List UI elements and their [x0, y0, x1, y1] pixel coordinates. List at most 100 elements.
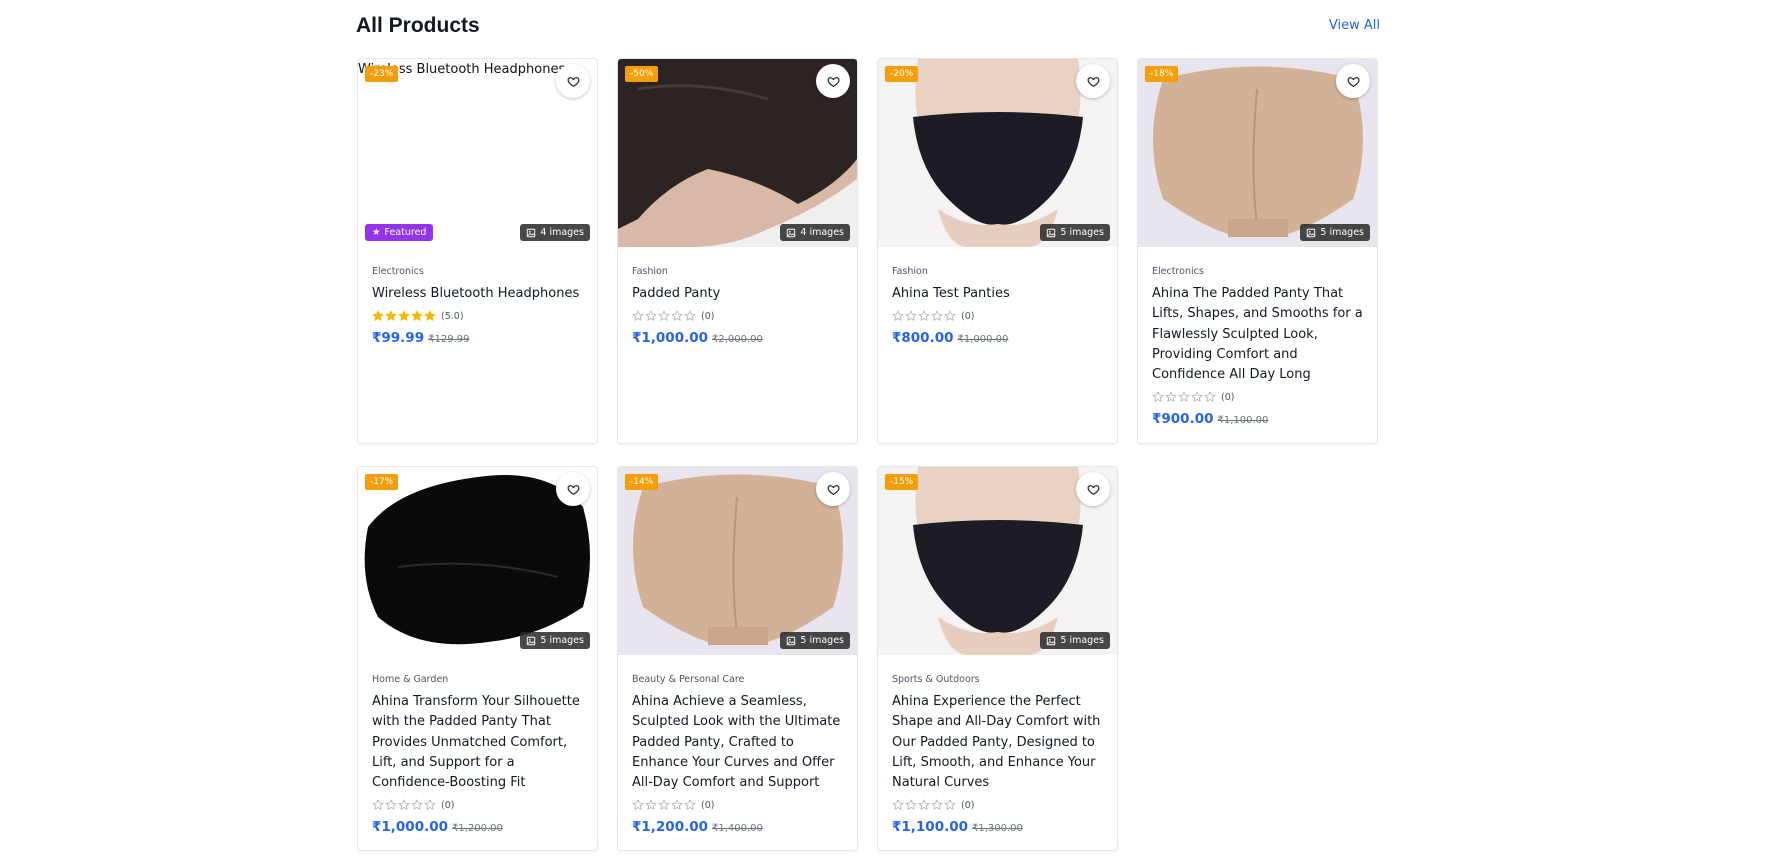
star-icon: [1152, 391, 1164, 403]
product-rating: (0): [632, 308, 843, 324]
image-icon: [527, 636, 536, 645]
product-title[interactable]: Padded Panty: [632, 284, 843, 304]
image-icon: [787, 636, 796, 645]
image-count-badge: 5 images: [780, 632, 850, 649]
product-old-price: ₹1,000.00: [957, 334, 1009, 346]
product-title[interactable]: Ahina Achieve a Seamless, Sculpted Look …: [632, 692, 843, 793]
product-card[interactable]: -17% 5 images Home & Garden Ahina Transf…: [357, 466, 598, 851]
rating-stars: [372, 799, 436, 811]
image-count-badge: 4 images: [780, 224, 850, 241]
star-icon: [645, 310, 657, 322]
product-rating: (5.0): [372, 308, 583, 324]
product-rating: (0): [1152, 389, 1363, 405]
star-icon: [671, 310, 683, 322]
product-card[interactable]: Wireless Bluetooth Headphones -23% ★ Feat…: [357, 58, 598, 444]
image-count-label: 4 images: [540, 227, 584, 238]
rating-count: (0): [961, 799, 975, 811]
star-icon: [658, 310, 670, 322]
product-price: ₹1,100.00: [892, 819, 969, 836]
wishlist-button[interactable]: [816, 472, 850, 506]
product-image[interactable]: -20% 5 images: [878, 59, 1117, 247]
star-icon: [398, 799, 410, 811]
rating-count: (0): [701, 310, 715, 322]
heart-icon: [826, 76, 840, 87]
rating-count: (0): [1221, 391, 1235, 403]
wishlist-button[interactable]: [556, 472, 590, 506]
wishlist-button[interactable]: [556, 64, 590, 98]
discount-badge: -50%: [625, 66, 659, 82]
star-icon: [632, 310, 644, 322]
rating-stars: [1152, 391, 1216, 403]
section-header: All Products View All: [356, 14, 1380, 42]
wishlist-button[interactable]: [816, 64, 850, 98]
product-title[interactable]: Ahina Test Panties: [892, 284, 1103, 304]
product-old-price: ₹1,300.00: [972, 823, 1023, 835]
product-card[interactable]: -18% 5 images Electronics Ahina The Padd…: [1137, 58, 1378, 444]
image-count-badge: 5 images: [520, 632, 590, 649]
star-icon: [944, 310, 956, 322]
product-price: ₹900.00: [1152, 411, 1214, 428]
star-icon: [684, 310, 696, 322]
product-image[interactable]: -15% 5 images: [878, 467, 1117, 655]
product-card[interactable]: -14% 5 images Beauty & Personal Care Ahi…: [617, 466, 858, 851]
heart-icon: [1346, 76, 1360, 87]
rating-count: (5.0): [441, 310, 464, 322]
product-old-price: ₹129.99: [428, 334, 470, 346]
star-icon: [892, 310, 904, 322]
discount-badge: -14%: [625, 474, 659, 490]
product-rating: (0): [892, 797, 1103, 813]
product-card[interactable]: -50% 4 images Fashion Padded Panty (0) ₹…: [617, 58, 858, 444]
product-rating: (0): [632, 797, 843, 813]
star-icon: [905, 799, 917, 811]
image-count-label: 5 images: [1320, 227, 1364, 238]
product-image[interactable]: -18% 5 images: [1138, 59, 1377, 247]
product-image[interactable]: -50% 4 images: [618, 59, 857, 247]
star-icon: [372, 799, 384, 811]
view-all-link[interactable]: View All: [1329, 18, 1380, 33]
image-icon: [527, 228, 536, 237]
star-icon: [671, 799, 683, 811]
image-count-label: 5 images: [1060, 635, 1104, 646]
product-category: Beauty & Personal Care: [632, 674, 745, 685]
star-icon: [385, 310, 397, 322]
rating-stars: [892, 310, 956, 322]
discount-badge: -18%: [1145, 66, 1179, 82]
product-image[interactable]: Wireless Bluetooth Headphones -23% ★ Feat…: [358, 59, 597, 247]
rating-stars: [632, 799, 696, 811]
image-count-badge: 5 images: [1040, 224, 1110, 241]
product-card[interactable]: -15% 5 images Sports & Outdoors Ahina Ex…: [877, 466, 1118, 851]
product-price: ₹800.00: [892, 330, 954, 347]
discount-badge: -15%: [885, 474, 919, 490]
star-icon: [892, 799, 904, 811]
heart-icon: [826, 484, 840, 495]
rating-count: (0): [961, 310, 975, 322]
product-title[interactable]: Ahina The Padded Panty That Lifts, Shape…: [1152, 284, 1363, 385]
wishlist-button[interactable]: [1076, 472, 1110, 506]
discount-badge: -17%: [365, 474, 399, 490]
star-icon: [632, 799, 644, 811]
product-image[interactable]: -17% 5 images: [358, 467, 597, 655]
discount-badge: -20%: [885, 66, 919, 82]
rating-count: (0): [701, 799, 715, 811]
featured-badge: ★ Featured: [365, 224, 434, 241]
wishlist-button[interactable]: [1076, 64, 1110, 98]
star-icon: [918, 799, 930, 811]
star-icon: [1204, 391, 1216, 403]
product-title[interactable]: Wireless Bluetooth Headphones: [372, 284, 583, 304]
product-card[interactable]: -20% 5 images Fashion Ahina Test Panties…: [877, 58, 1118, 444]
product-category: Home & Garden: [372, 674, 449, 685]
wishlist-button[interactable]: [1336, 64, 1370, 98]
star-icon: ★: [372, 227, 381, 238]
rating-stars: [632, 310, 696, 322]
image-icon: [1047, 228, 1056, 237]
section-title: All Products: [356, 14, 480, 37]
star-icon: [372, 310, 384, 322]
product-old-price: ₹1,200.00: [452, 823, 503, 835]
product-title[interactable]: Ahina Transform Your Silhouette with the…: [372, 692, 583, 793]
image-count-label: 5 images: [800, 635, 844, 646]
product-image[interactable]: -14% 5 images: [618, 467, 857, 655]
image-count-label: 4 images: [800, 227, 844, 238]
star-icon: [1178, 391, 1190, 403]
product-old-price: ₹1,400.00: [712, 823, 763, 835]
product-title[interactable]: Ahina Experience the Perfect Shape and A…: [892, 692, 1103, 793]
